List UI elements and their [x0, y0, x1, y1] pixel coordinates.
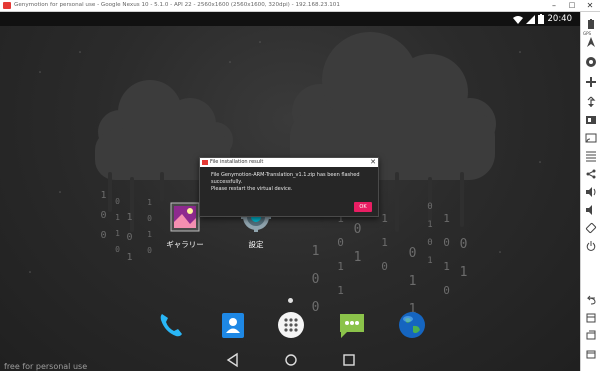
- device-screen[interactable]: 1 0 0 0 1 1 0 1 0 1 1 0 1 0 1 0 0 1 0 1 …: [0, 12, 580, 371]
- window-titlebar[interactable]: Genymotion for personal use - Google Nex…: [0, 0, 600, 12]
- binary-rain: 0 1: [456, 237, 471, 279]
- wifi-icon: [513, 15, 523, 24]
- dialog-message-line: Please restart the virtual device.: [211, 186, 293, 192]
- binary-rain: 0 1: [350, 222, 365, 264]
- messaging-icon[interactable]: [337, 310, 367, 340]
- binary-rain: 0 1 0 1: [425, 202, 435, 265]
- rotate-icon[interactable]: [585, 222, 597, 234]
- battery-icon[interactable]: [585, 18, 597, 30]
- android-status-bar: 20:40: [0, 12, 580, 26]
- ok-button[interactable]: OK: [354, 202, 372, 212]
- home-icon[interactable]: [283, 352, 299, 368]
- dialog-message-line: File Genymotion-ARM-Translation_v1.1.zip…: [211, 172, 360, 185]
- browser-icon[interactable]: [397, 310, 427, 340]
- app-label: 設定: [248, 240, 264, 249]
- genymotion-toolbar: GPS: [580, 12, 600, 371]
- app-drawer-icon[interactable]: [276, 310, 306, 340]
- volume-down-icon[interactable]: [585, 204, 597, 216]
- app-label: ギャラリー: [166, 240, 204, 249]
- id-icon[interactable]: [585, 114, 597, 126]
- share-icon[interactable]: [585, 150, 597, 162]
- binary-rain: 1 0 0: [98, 190, 109, 240]
- binary-rain: 1 0 1 1: [334, 212, 347, 296]
- genymotion-logo-icon: [3, 2, 11, 9]
- dpad-icon[interactable]: [585, 76, 597, 88]
- dialog-message: File Genymotion-ARM-Translation_v1.1.zip…: [211, 172, 371, 193]
- maximize-button[interactable]: □: [564, 0, 580, 11]
- power-icon[interactable]: [585, 240, 597, 252]
- camera-icon[interactable]: [585, 56, 597, 68]
- genymotion-logo-icon: [202, 160, 208, 165]
- binary-rain: 1 0 1: [124, 212, 135, 262]
- binary-rain: 1 0 1 0: [145, 198, 154, 254]
- battery-icon: [538, 14, 544, 24]
- gallery-icon: [170, 202, 200, 232]
- file-installation-dialog: File installation result ✕ File Genymoti…: [199, 157, 379, 217]
- recents-icon[interactable]: [341, 352, 357, 368]
- remote-control-icon[interactable]: [585, 96, 597, 108]
- phone-icon[interactable]: [156, 310, 186, 340]
- binary-rain: 1 0 1 0: [440, 212, 453, 296]
- binary-rain: 0 1 1: [405, 246, 420, 316]
- signal-icon: [526, 14, 535, 24]
- window-title: Genymotion for personal use - Google Nex…: [14, 2, 340, 8]
- gps-icon[interactable]: [585, 36, 597, 48]
- binary-rain: 1 0 0: [308, 244, 323, 314]
- dialog-titlebar: File installation result ✕: [200, 158, 378, 167]
- minimize-button[interactable]: –: [546, 0, 562, 11]
- back-icon[interactable]: [585, 294, 597, 306]
- close-window-button[interactable]: ✕: [582, 0, 598, 11]
- dialog-title: File installation result: [210, 159, 264, 165]
- volume-up-icon[interactable]: [585, 186, 597, 198]
- binary-rain: 0 1 1 0: [113, 197, 122, 253]
- page-indicator: [288, 298, 293, 303]
- binary-rain: 1 1 0: [378, 212, 391, 272]
- clock: 20:40: [547, 14, 573, 24]
- network-icon[interactable]: [585, 168, 597, 180]
- menu-icon[interactable]: [585, 312, 597, 324]
- recents-icon[interactable]: [585, 330, 597, 342]
- watermark: free for personal use: [4, 362, 88, 371]
- dialog-close-button[interactable]: ✕: [370, 158, 376, 167]
- screencast-icon[interactable]: [585, 132, 597, 144]
- home-icon[interactable]: [585, 348, 597, 360]
- contacts-icon[interactable]: [218, 310, 248, 340]
- back-icon[interactable]: [225, 352, 241, 368]
